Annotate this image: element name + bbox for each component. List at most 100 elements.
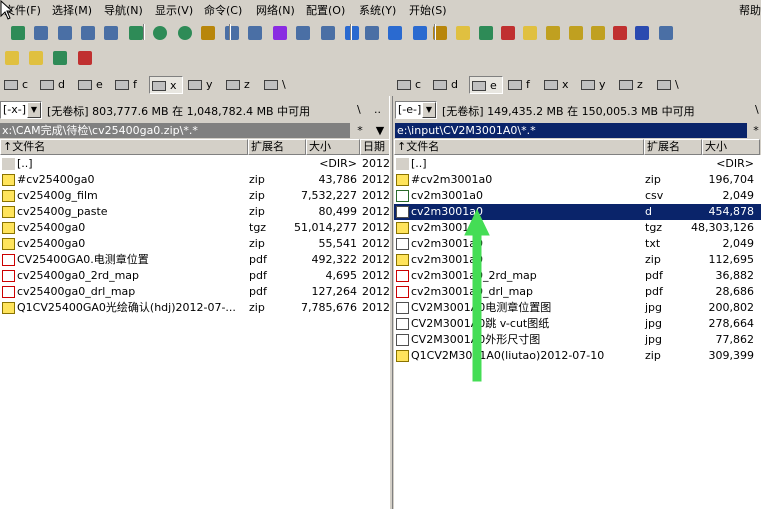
col-size[interactable]: 大小 xyxy=(306,139,360,155)
col-size[interactable]: 大小 xyxy=(702,139,760,155)
drive-button-network[interactable]: \ xyxy=(655,76,687,94)
left-file-list[interactable]: ↑文件名 扩展名 大小 日期 [..] <DIR> 2012 #cv25400ga0 z… xyxy=(0,139,389,509)
view-button[interactable] xyxy=(410,23,428,41)
refresh-button[interactable] xyxy=(8,23,26,41)
menu-command[interactable]: 命令(C) xyxy=(204,2,242,18)
copy-names-button[interactable] xyxy=(362,23,380,41)
multirename-button[interactable] xyxy=(318,23,336,41)
cube-button[interactable] xyxy=(588,23,606,41)
file-row[interactable]: cv25400g_paste zip 80,499 2012 xyxy=(0,204,389,220)
file-row[interactable]: CV2M3001A0电测章位置图jpg200,802 xyxy=(394,300,761,316)
col-name[interactable]: ↑文件名 xyxy=(0,139,248,155)
col-ext[interactable]: 扩展名 xyxy=(248,139,306,155)
drive-button-e[interactable]: e xyxy=(76,76,108,94)
pdf-button[interactable] xyxy=(610,23,628,41)
media-button[interactable] xyxy=(656,23,674,41)
drive-button-f[interactable]: f xyxy=(113,76,145,94)
package3-button[interactable] xyxy=(2,48,20,66)
archive-button[interactable] xyxy=(476,23,494,41)
file-row[interactable]: cv2m3001a0 csv 2,049 xyxy=(394,188,761,204)
drive-button-y[interactable]: y xyxy=(186,76,218,94)
sync-button[interactable] xyxy=(270,23,288,41)
left-filter-star[interactable]: * xyxy=(352,123,368,138)
file-row[interactable]: cv25400ga0_2rd_map pdf 4,695 2012 xyxy=(0,268,389,284)
file-row[interactable]: cv25400ga0_drl_map pdf 127,264 2012 xyxy=(0,284,389,300)
drive-button-z[interactable]: z xyxy=(617,76,649,94)
menu-help[interactable]: 帮助 xyxy=(739,2,761,18)
file-row[interactable]: cv2m3001a0 zip 112,695 xyxy=(394,252,761,268)
tree-button[interactable] xyxy=(101,23,119,41)
col-name[interactable]: ↑文件名 xyxy=(394,139,644,155)
menu-start[interactable]: 开始(S) xyxy=(409,2,447,18)
file-row[interactable]: cv2m3001a0_drl_map pdf 28,686 xyxy=(394,284,761,300)
menu-system[interactable]: 系统(Y) xyxy=(359,2,396,18)
menu-select[interactable]: 选择(M) xyxy=(52,2,92,18)
file-row[interactable]: cv25400ga0 zip 55,541 2012 xyxy=(0,236,389,252)
forward-button[interactable] xyxy=(175,23,193,41)
file-row[interactable]: #cv2m3001a0 zip 196,704 xyxy=(394,172,761,188)
file-row[interactable]: cv2m3001a0 txt 2,049 xyxy=(394,236,761,252)
find-button[interactable] xyxy=(293,23,311,41)
ftp-button[interactable] xyxy=(245,23,263,41)
settings-button[interactable] xyxy=(430,23,448,41)
menu-network[interactable]: 网络(N) xyxy=(256,2,295,18)
file-row[interactable]: [..] <DIR> xyxy=(394,156,761,172)
left-drive-combo[interactable]: [-x-] ▼ xyxy=(0,101,42,119)
right-file-list[interactable]: ↑文件名 扩展名 大小 [..] <DIR> #cv2m3001a0 zip 196,7… xyxy=(394,139,761,509)
right-root-button[interactable]: \ xyxy=(755,103,759,116)
left-history-dropdown[interactable]: ▼ xyxy=(372,123,388,138)
menu-navigate[interactable]: 导航(N) xyxy=(104,2,143,18)
checksum-button[interactable] xyxy=(498,23,516,41)
details-button[interactable] xyxy=(78,23,96,41)
drive-button-x[interactable]: x xyxy=(542,76,574,94)
right-path-bar[interactable]: e:\input\CV2M3001A0\*.* xyxy=(395,123,747,138)
right-drive-combo[interactable]: [-e-] ▼ xyxy=(395,101,437,119)
file-row[interactable]: cv2m3001a0 d 454,878 xyxy=(394,204,761,220)
sort-button[interactable] xyxy=(126,23,144,41)
col-ext[interactable]: 扩展名 xyxy=(644,139,702,155)
file-row[interactable]: cv25400g_film zip 7,532,227 2012 xyxy=(0,188,389,204)
folder-button[interactable] xyxy=(453,23,471,41)
chevron-down-icon[interactable]: ▼ xyxy=(27,102,41,118)
drive-button-d[interactable]: d xyxy=(38,76,70,94)
unpack-button[interactable] xyxy=(222,23,240,41)
col-date[interactable]: 日期 xyxy=(360,139,389,155)
left-root-button[interactable]: \ xyxy=(357,103,361,116)
back-button[interactable] xyxy=(150,23,168,41)
excel-button[interactable] xyxy=(50,48,68,66)
left-path-bar[interactable]: x:\CAM完成\待检\cv25400ga0.zip\*.* xyxy=(0,123,350,138)
file-row[interactable]: cv25400ga0 tgz 51,014,277 2012 xyxy=(0,220,389,236)
folder2-button[interactable] xyxy=(520,23,538,41)
left-up-button[interactable]: .. xyxy=(374,103,381,116)
edit-button[interactable] xyxy=(385,23,403,41)
file-row[interactable]: [..] <DIR> 2012 xyxy=(0,156,389,172)
menu-view[interactable]: 显示(V) xyxy=(155,2,193,18)
drive-button-c[interactable]: c xyxy=(395,76,427,94)
drive-button-y[interactable]: y xyxy=(579,76,611,94)
panel-divider[interactable] xyxy=(389,96,393,509)
file-row[interactable]: Q1CV25400GA0光绘确认(hdj)2012-07-... zip 7,785… xyxy=(0,300,389,316)
file-row[interactable]: CV2M3001A0跳 v-cut图纸 jpg 278,664 xyxy=(394,316,761,332)
package-button[interactable] xyxy=(543,23,561,41)
menu-config[interactable]: 配置(O) xyxy=(306,2,345,18)
drive-button-e[interactable]: e xyxy=(469,76,503,94)
drive-button-z[interactable]: z xyxy=(224,76,256,94)
drive-button-x[interactable]: x xyxy=(149,76,183,94)
list-button[interactable] xyxy=(55,23,73,41)
word-button[interactable] xyxy=(632,23,650,41)
file-row[interactable]: cv2m3001a0 tgz 48,303,126 xyxy=(394,220,761,236)
pack-button[interactable] xyxy=(198,23,216,41)
drive-button-network[interactable]: \ xyxy=(262,76,294,94)
chevron-down-icon[interactable]: ▼ xyxy=(422,102,436,118)
drive-button-d[interactable]: d xyxy=(431,76,463,94)
package2-button[interactable] xyxy=(566,23,584,41)
file-row[interactable]: #cv25400ga0 zip 43,786 2012 xyxy=(0,172,389,188)
file-row[interactable]: CV25400GA0.电测章位置 pdf 492,322 2012 xyxy=(0,252,389,268)
folder3-button[interactable] xyxy=(26,48,44,66)
delete-button[interactable] xyxy=(75,48,93,66)
file-row[interactable]: Q1CV2M3001A0(liutao)2012-07-10 zip 309,399 xyxy=(394,348,761,364)
thumbnails-button[interactable] xyxy=(31,23,49,41)
file-row[interactable]: CV2M3001A0外形尺寸图jpg77,862 xyxy=(394,332,761,348)
drive-button-c[interactable]: c xyxy=(2,76,34,94)
drive-button-f[interactable]: f xyxy=(506,76,538,94)
